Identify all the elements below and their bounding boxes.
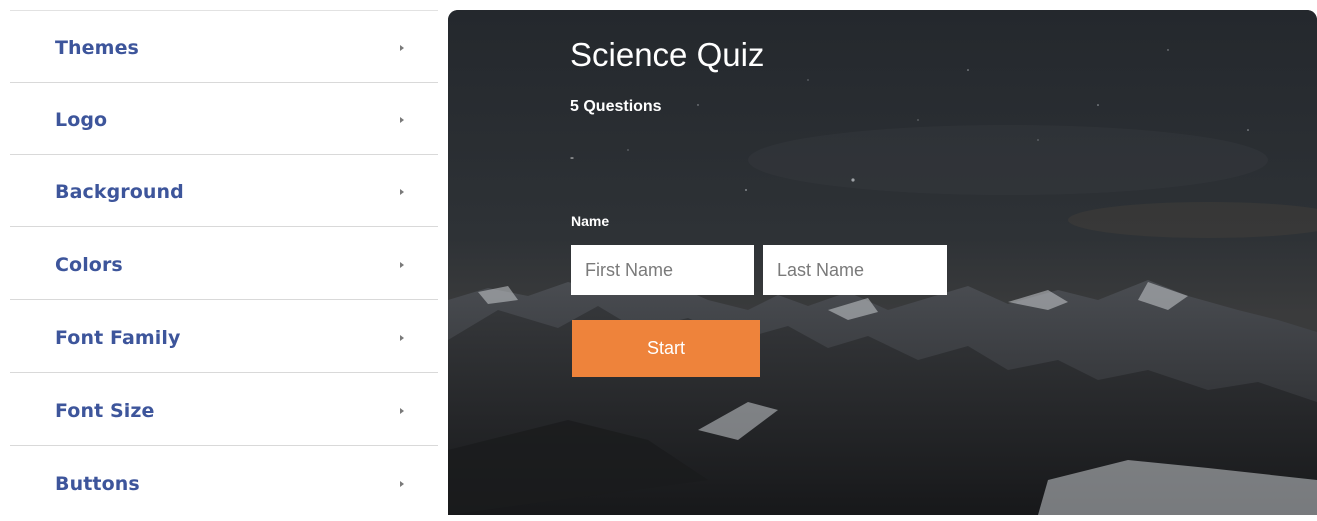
first-name-input[interactable] [571, 245, 754, 295]
sidebar-item-font-size[interactable]: Font Size [10, 374, 438, 446]
settings-sidebar: Themes Logo Background Colors Font Famil… [10, 10, 438, 515]
start-button[interactable]: Start [572, 320, 760, 377]
sidebar-item-label: Logo [55, 109, 108, 131]
quiz-preview: Science Quiz 5 Questions - Name Start [448, 10, 1317, 515]
chevron-right-icon [400, 117, 404, 123]
sidebar-item-label: Background [55, 181, 184, 203]
sidebar-item-buttons[interactable]: Buttons [10, 447, 438, 519]
quiz-description: - [570, 150, 574, 164]
question-count: 5 Questions [570, 98, 662, 115]
chevron-right-icon [400, 45, 404, 51]
chevron-right-icon [400, 481, 404, 487]
sidebar-item-background[interactable]: Background [10, 155, 438, 227]
last-name-input[interactable] [763, 245, 947, 295]
chevron-right-icon [400, 335, 404, 341]
sidebar-item-logo[interactable]: Logo [10, 83, 438, 155]
sidebar-item-label: Colors [55, 254, 123, 276]
chevron-right-icon [400, 189, 404, 195]
chevron-right-icon [400, 408, 404, 414]
name-label: Name [571, 213, 610, 229]
quiz-title: Science Quiz [570, 36, 765, 73]
sidebar-item-font-family[interactable]: Font Family [10, 301, 438, 373]
sidebar-item-label: Themes [55, 37, 139, 59]
sidebar-item-themes[interactable]: Themes [10, 11, 438, 83]
chevron-right-icon [400, 262, 404, 268]
sidebar-item-label: Font Family [55, 327, 181, 349]
sidebar-item-label: Buttons [55, 473, 140, 495]
sidebar-item-label: Font Size [55, 400, 155, 422]
sidebar-item-colors[interactable]: Colors [10, 228, 438, 300]
